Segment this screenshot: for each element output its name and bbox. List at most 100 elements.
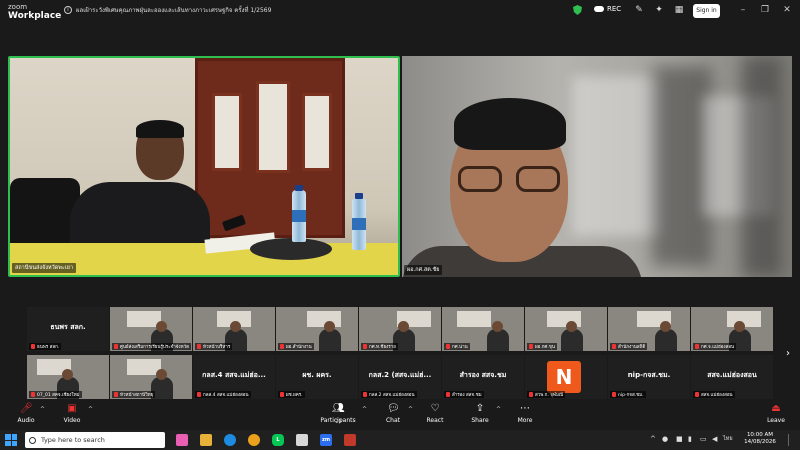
gallery-participant-tile[interactable]: หัวหน้าสถานีวิทยุ: [110, 355, 192, 399]
gallery-participant-tile[interactable]: สำนักงานสถิติ: [608, 307, 690, 351]
sticky-notes-icon[interactable]: [296, 434, 308, 446]
grid-view-icon[interactable]: ▦: [674, 5, 684, 15]
participant-name-tag: 07_01 สคจ.เชียงใหม่: [29, 391, 82, 398]
gallery-participant-tile[interactable]: กศ.ท.ชียงราย: [359, 307, 441, 351]
participant-name-tag: ศูนย์ส่งเสริมการเรียนรู้ประจำจังหวัด: [112, 343, 192, 350]
muted-icon: [114, 392, 118, 397]
maximize-icon[interactable]: ❐: [760, 5, 770, 15]
participant-name-tag: ผอ.สำนักงาน: [278, 343, 314, 350]
windows-taskbar: Type here to search L zm ^ ● ■ ▮ ▭ ◀ ไทย…: [0, 430, 800, 450]
meeting-info[interactable]: i ผลเฝ้าระวังพิเศษคุณภาพฝุ่นละอองและเส้น…: [64, 5, 271, 15]
video-button[interactable]: ▣ Video: [52, 403, 92, 424]
apps-icon[interactable]: ✦: [654, 5, 664, 15]
gallery-participant-tile[interactable]: กลส.2 (สสจ.แม่ฮ่... กลส.2 สสจ.แม่ฮ่องสอน: [359, 355, 441, 399]
react-button[interactable]: ♡ React: [415, 403, 455, 424]
heart-icon: ♡: [430, 403, 440, 414]
participant-name-tag: ผอ.กศ.สต.ชัย: [404, 265, 443, 275]
gallery-participant-tile[interactable]: ธนพร สลก. ธนพร สลก.: [27, 307, 109, 351]
mic-tray-icon[interactable]: ▮: [688, 435, 692, 443]
gallery-participant-tile[interactable]: 07_01 สคจ.เชียงใหม่: [27, 355, 109, 399]
taskbar-search-input[interactable]: Type here to search: [25, 432, 165, 448]
language-indicator[interactable]: ไทย: [723, 435, 733, 443]
water-bottle: [292, 185, 306, 242]
muted-icon: [197, 344, 201, 349]
gallery-participant-tile[interactable]: ผช. ผคร. ผช.ผคร.: [276, 355, 358, 399]
share-screen-icon: ⇪: [475, 403, 485, 414]
minimize-icon[interactable]: –: [738, 5, 748, 15]
gallery-participant-tile[interactable]: ผอ.สำนักงาน: [276, 307, 358, 351]
gallery-participant-tile[interactable]: กลส.4 สสจ.แม่ฮ่อ... กลส.4 สสจ.แม่ฮ่องสอน: [193, 355, 275, 399]
participant-display-name: สำรอง สสจ.ชม: [459, 371, 507, 379]
glasses: [458, 166, 564, 194]
share-chevron-icon[interactable]: ^: [496, 406, 501, 413]
participant-name-tag: กศ.จ.แม่ฮ่องสอน: [693, 343, 737, 350]
encryption-shield-icon[interactable]: [573, 5, 582, 15]
system-clock[interactable]: 10:00 AM 14/08/2026: [741, 432, 779, 446]
search-icon: [29, 436, 36, 444]
gallery-participant-tile[interactable]: nip-กจส.ชม. nip-กจส.ชม.: [608, 355, 690, 399]
gallery-participant-tile[interactable]: สำรอง สสจ.ชม สำรอง สสจ.ชม: [442, 355, 524, 399]
chrome-icon[interactable]: [248, 434, 260, 446]
windows-start-icon[interactable]: [5, 434, 17, 446]
participants-button[interactable]: 👥︎23 Participants: [318, 403, 358, 425]
muted-icon: [695, 392, 699, 397]
view-icon[interactable]: ✎: [634, 5, 644, 15]
participant-name-tag: กลส.4 สสจ.แม่ฮ่องสอน: [195, 391, 251, 398]
close-icon[interactable]: ✕: [782, 5, 792, 15]
gallery-participant-tile[interactable]: กศ.จ.แม่ฮ่องสอน: [691, 307, 773, 351]
sign-in-button[interactable]: Sign in: [693, 4, 720, 18]
muted-icon: [31, 392, 35, 397]
microphone-muted-icon: 🎤︎: [20, 403, 33, 414]
chat-chevron-icon[interactable]: ^: [408, 406, 413, 413]
share-button[interactable]: ⇪ Share: [460, 403, 500, 424]
participant-name-tag: สำนักงานสถิติ: [610, 343, 648, 350]
leave-button[interactable]: ⏏ Leave: [756, 403, 796, 424]
more-button[interactable]: ⋯ More: [505, 403, 545, 424]
file-explorer-icon[interactable]: [200, 434, 212, 446]
volume-icon[interactable]: ◀: [712, 435, 717, 443]
record-indicator[interactable]: REC: [594, 5, 621, 13]
audio-options-chevron-icon[interactable]: ^: [40, 406, 45, 413]
zoom-logo: zoom Workplace: [8, 3, 61, 21]
muted-icon: [280, 344, 284, 349]
chat-button[interactable]: 💬︎ Chat: [373, 403, 413, 424]
participant-name-tag: หัวหน้าบริหาร: [195, 343, 233, 350]
video-options-chevron-icon[interactable]: ^: [88, 406, 93, 413]
participant-name-tag: กศ.น่าน: [444, 343, 470, 350]
tray-up-chevron-icon[interactable]: ^: [650, 435, 656, 443]
participants-chevron-icon[interactable]: ^: [362, 406, 367, 413]
participant-display-name: สสจ.แม่ฮ่องสอน: [707, 371, 757, 379]
participant-name-tag: กลส.2 สสจ.แม่ฮ่องสอน: [361, 391, 417, 398]
gallery-next-icon[interactable]: ›: [786, 348, 790, 359]
participant-name-tag: ผอ.กศ.ขุน: [527, 343, 557, 350]
camera-tray-icon[interactable]: ■: [676, 435, 683, 443]
show-desktop-button[interactable]: [788, 434, 794, 446]
gallery-participant-tile[interactable]: N สวพ.ก. จุฬมณี: [525, 355, 607, 399]
gallery-participant-tile[interactable]: กศ.น่าน: [442, 307, 524, 351]
participant-name-tag: สวพ.ก. จุฬมณี: [527, 391, 566, 398]
zoom-window: zoom Workplace i ผลเฝ้าระวังพิเศษคุณภาพฝ…: [0, 0, 800, 450]
app-icon[interactable]: [344, 434, 356, 446]
muted-icon: [31, 344, 35, 349]
video-tile-active-speaker[interactable]: สถานีขนส่งจังหวัดพะเยา: [8, 56, 400, 277]
participant-name-tag: nip-กจส.ชม.: [610, 391, 646, 398]
gallery-participant-tile[interactable]: ศูนย์ส่งเสริมการเรียนรู้ประจำจังหวัด: [110, 307, 192, 351]
info-icon[interactable]: i: [64, 6, 72, 14]
network-icon[interactable]: ▭: [700, 435, 707, 443]
edge-icon[interactable]: [224, 434, 236, 446]
participant-name-tag: ผช.ผคร.: [278, 391, 305, 398]
people-icon[interactable]: ●: [662, 435, 668, 443]
gallery-participant-tile[interactable]: หัวหน้าบริหาร: [193, 307, 275, 351]
copilot-icon[interactable]: [176, 434, 188, 446]
line-icon[interactable]: L: [272, 434, 284, 446]
video-tile[interactable]: ผอ.กศ.สต.ชัย: [402, 56, 792, 277]
zoom-taskbar-icon[interactable]: zm: [320, 434, 332, 446]
meeting-toolbar: 🎤︎ Audio ^ ▣ Video ^ 👥︎23 Participants ^…: [0, 400, 800, 430]
muted-icon: [114, 344, 118, 349]
leave-icon: ⏏: [771, 403, 781, 414]
rec-label: REC: [607, 5, 622, 13]
gallery-participant-tile[interactable]: สสจ.แม่ฮ่องสอน สสจ.แม่ฮ่องสอน: [691, 355, 773, 399]
gallery-participant-tile[interactable]: ผอ.กศ.ขุน: [525, 307, 607, 351]
participant-display-name: กลส.4 สสจ.แม่ฮ่อ...: [202, 371, 266, 379]
door: [195, 58, 345, 238]
